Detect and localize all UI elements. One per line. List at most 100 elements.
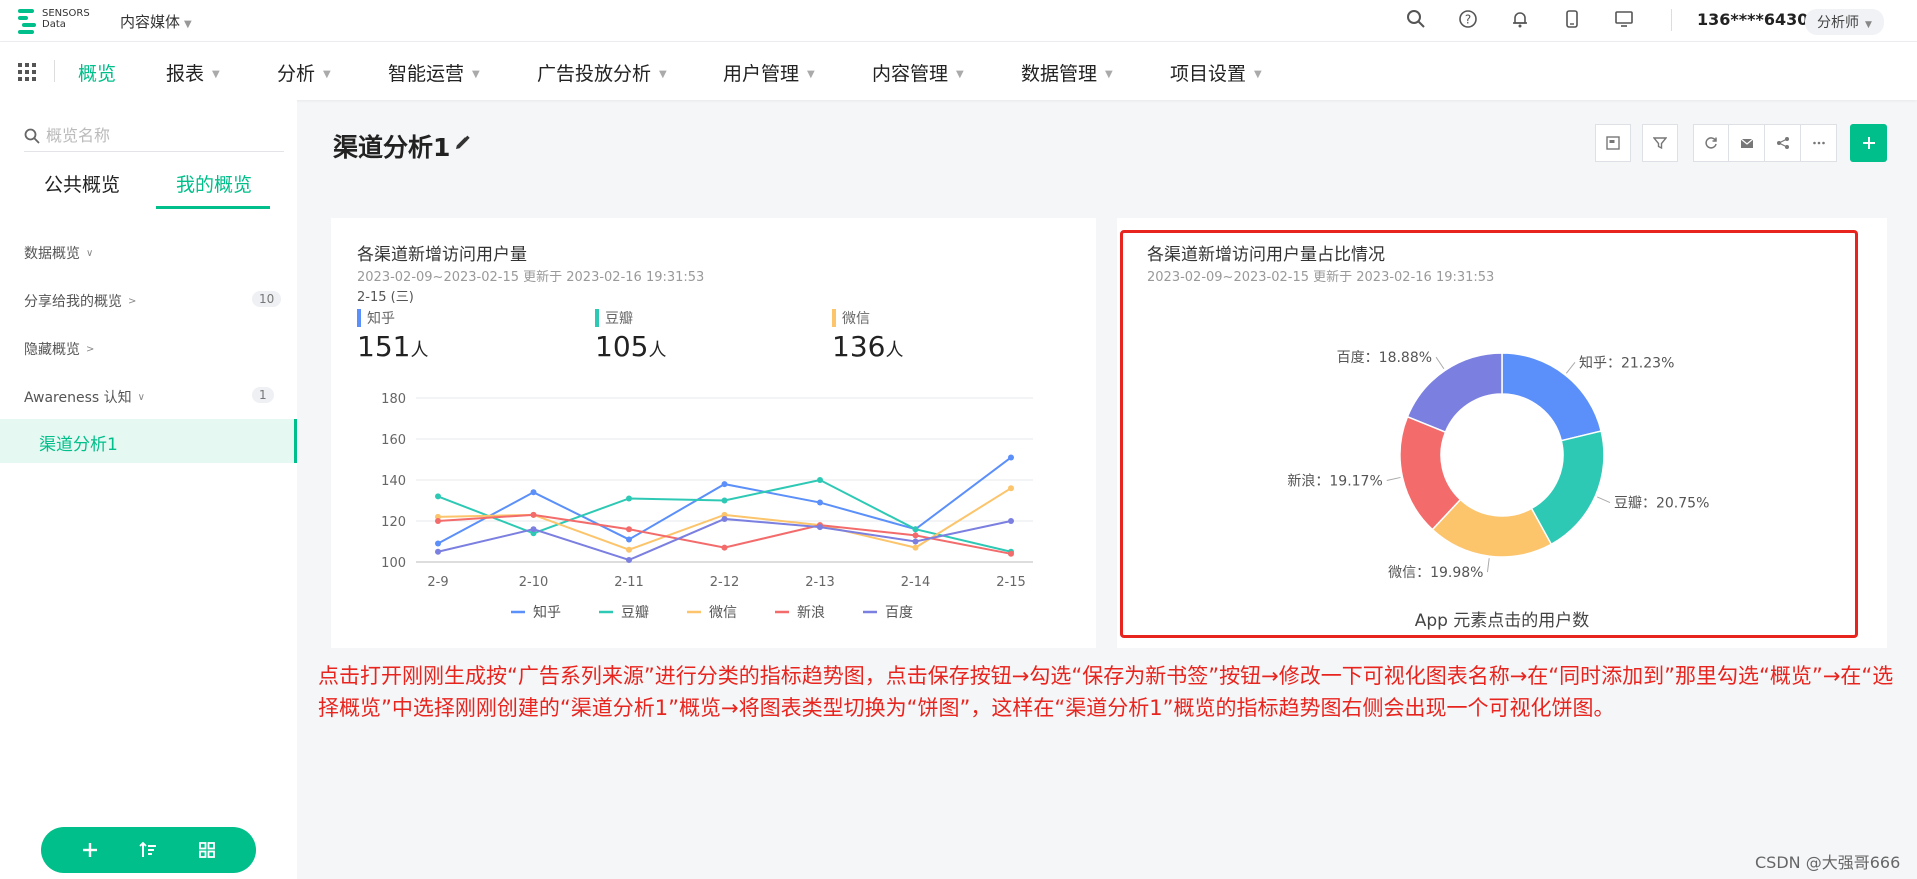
group-shared-with-me[interactable]: 分享给我的概览 > [24, 291, 136, 311]
project-selector[interactable]: 内容媒体 ▼ [120, 11, 192, 32]
chevron-down-icon: ∨ [137, 391, 145, 403]
group-data-overview[interactable]: 数据概览 ∨ [24, 243, 93, 263]
data-point [817, 477, 823, 483]
legend-label[interactable]: 百度 [885, 605, 913, 621]
data-point [626, 556, 632, 563]
watermark: CSDN @大强哥666 [1755, 853, 1901, 872]
role-selector[interactable]: 分析师 ▼ [1805, 9, 1884, 35]
tab-my-overview[interactable]: 我的概览 [176, 170, 252, 197]
data-point [817, 524, 823, 531]
search-icon[interactable] [1405, 8, 1427, 30]
more-button[interactable] [1801, 124, 1837, 162]
nav-item-data-management[interactable]: 数据管理 ▼ [1021, 59, 1113, 86]
group-hidden-overview[interactable]: 隐藏概览 > [24, 339, 94, 359]
filter-button[interactable] [1642, 124, 1678, 162]
data-point [817, 499, 823, 506]
x-tick-label: 2-10 [519, 575, 549, 590]
plus-icon [83, 843, 98, 857]
search-box [24, 120, 284, 152]
refresh-button[interactable] [1693, 124, 1729, 162]
main-nav: 概览 报表 ▼ 分析 ▼ 智能运营 ▼ 广告投放分析 ▼ 用户管理 ▼ 内容管理 ▼ 数据管… [0, 42, 1917, 100]
chevron-down-icon: ▼ [184, 19, 192, 30]
count-badge: 10 [252, 291, 282, 307]
email-button[interactable] [1729, 124, 1765, 162]
data-point [626, 536, 632, 543]
layout-button[interactable] [1595, 124, 1631, 162]
data-point [1008, 518, 1014, 524]
app-grid-icon[interactable] [17, 62, 37, 82]
nav-item-smart-ops[interactable]: 智能运营 ▼ [388, 59, 480, 86]
chevron-down-icon: ▼ [1254, 69, 1262, 80]
data-point [912, 538, 919, 545]
grid-view-button[interactable] [193, 836, 221, 864]
chevron-down-icon: ▼ [212, 69, 220, 80]
divider [1671, 9, 1672, 31]
nav-item-project-settings[interactable]: 项目设置 ▼ [1170, 59, 1262, 86]
chevron-down-icon: ▼ [807, 69, 815, 80]
x-tick-label: 2-11 [614, 575, 644, 590]
user-account[interactable]: 136****6430 [1697, 10, 1808, 29]
data-point [1008, 550, 1014, 557]
nav-item-ad-analysis[interactable]: 广告投放分析 ▼ [537, 59, 667, 86]
data-point [912, 526, 919, 533]
share-icon [1776, 137, 1789, 149]
search-input[interactable] [46, 126, 266, 145]
edit-icon[interactable] [453, 134, 471, 152]
mail-icon [1740, 138, 1753, 148]
y-tick-label: 120 [381, 515, 406, 530]
help-icon[interactable]: ? [1457, 8, 1479, 30]
series-line [437, 517, 1012, 562]
add-button[interactable] [76, 836, 104, 864]
line-chart-card: 各渠道新增访问用户量 2023-02-09~2023-02-15 更新于 202… [331, 218, 1096, 648]
data-point [912, 544, 919, 551]
sidebar-action-bar [41, 827, 256, 873]
chevron-down-icon: ▼ [323, 69, 331, 80]
x-tick-label: 2-14 [901, 575, 931, 590]
line-chart: 100 120 140 160 180 2-9 2-10 2-11 2-12 2-13 2-14 2-… [381, 392, 1033, 621]
grid-icon [198, 842, 215, 858]
x-tick-label: 2-12 [710, 575, 740, 590]
annotation-text: 点击打开刚刚生成按“广告系列来源”进行分类的指标趋势图，点击保存按钮→勾选“保存… [318, 664, 1894, 720]
nav-item-reports[interactable]: 报表 ▼ [166, 59, 220, 86]
data-point [721, 544, 728, 551]
nav-item-analysis[interactable]: 分析 ▼ [277, 59, 331, 86]
overview-tabs: 公共概览 我的概览 [24, 166, 284, 210]
tab-public-overview[interactable]: 公共概览 [44, 170, 120, 197]
chevron-right-icon: > [86, 343, 95, 355]
sort-button[interactable] [134, 836, 162, 864]
data-point [721, 497, 728, 504]
legend-label[interactable]: 豆瓣 [621, 605, 649, 621]
nav-item-content-management[interactable]: 内容管理 ▼ [872, 59, 964, 86]
svg-text:?: ? [1465, 13, 1471, 27]
nav-item-user-management[interactable]: 用户管理 ▼ [723, 59, 815, 86]
legend-label[interactable]: 知乎 [533, 604, 561, 621]
layout-icon [1606, 136, 1620, 150]
legend-label[interactable]: 新浪 [797, 605, 825, 621]
count-badge: 1 [252, 387, 274, 403]
legend-label[interactable]: 微信 [709, 605, 737, 621]
mobile-icon[interactable] [1561, 8, 1583, 30]
sort-list-icon [139, 841, 157, 857]
monitor-icon[interactable] [1613, 8, 1635, 30]
y-tick-label: 140 [381, 474, 406, 489]
sidebar-item-label: 渠道分析1 [39, 435, 118, 455]
page-title: 渠道分析1 [333, 133, 451, 162]
y-tick-label: 160 [381, 433, 406, 448]
group-awareness[interactable]: Awareness 认知 ∨ [24, 387, 145, 407]
nav-item-overview[interactable]: 概览 [78, 59, 116, 86]
data-point [530, 511, 537, 518]
add-chart-button[interactable] [1850, 124, 1887, 162]
active-tab-indicator [156, 206, 270, 209]
data-point [626, 526, 632, 533]
chevron-down-icon: ▼ [659, 69, 667, 80]
filter-icon [1653, 137, 1667, 150]
chevron-right-icon: > [128, 295, 137, 307]
chevron-down-icon: ▼ [1865, 20, 1872, 30]
data-point [435, 540, 441, 547]
sidebar-item-channel-analysis[interactable]: 渠道分析1 [0, 419, 297, 463]
toolbar-actions [1693, 124, 1837, 162]
bell-icon[interactable] [1509, 8, 1531, 30]
share-button[interactable] [1765, 124, 1801, 162]
data-point [435, 493, 441, 500]
refresh-icon [1705, 137, 1717, 149]
